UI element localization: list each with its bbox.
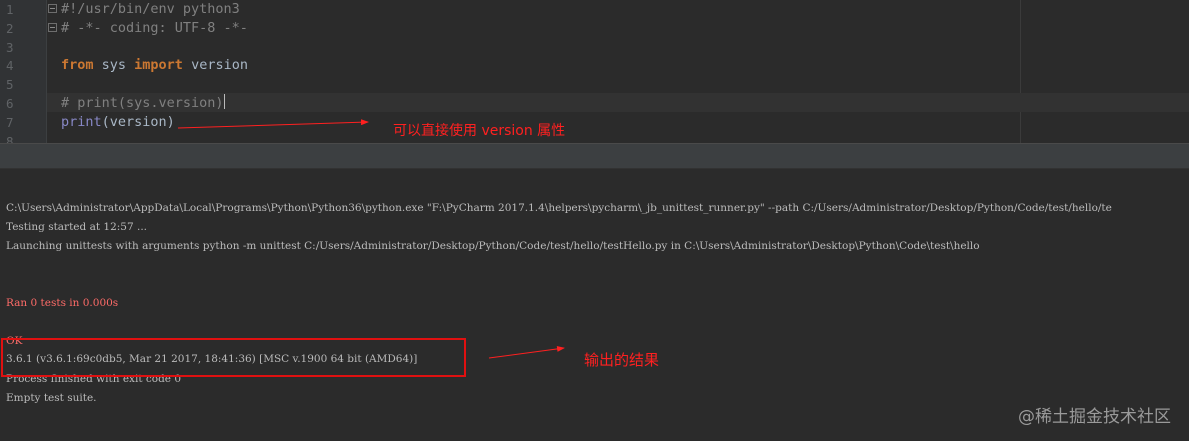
line-number: 1 xyxy=(6,2,14,17)
panel-divider[interactable] xyxy=(0,143,1189,169)
console-line: Launching unittests with arguments pytho… xyxy=(6,240,980,252)
line-number: 5 xyxy=(6,77,14,92)
line-number: 6 xyxy=(6,96,14,111)
code-line[interactable]: print(version) xyxy=(61,113,175,132)
console-line: Testing started at 12:57 ... xyxy=(6,221,147,233)
text-caret xyxy=(223,94,225,109)
line-number: 8 xyxy=(6,134,14,143)
code-line[interactable]: #!/usr/bin/env python3 xyxy=(61,0,240,19)
watermark: @稀土掘金技术社区 xyxy=(1018,407,1171,427)
right-margin-guide xyxy=(1020,0,1021,143)
line-number: 4 xyxy=(6,58,14,73)
result-annotation: 输出的结果 xyxy=(584,351,660,369)
code-token: #!/usr/bin/env python3 xyxy=(61,1,240,17)
code-line[interactable]: from sys import version xyxy=(61,56,248,75)
line-number-gutter: 1 2 3 4 5 6 7 8 xyxy=(0,0,46,143)
fold-collapse-icon[interactable] xyxy=(48,4,57,13)
code-token: import xyxy=(134,57,183,73)
code-token: # print(sys.version) xyxy=(61,95,224,111)
code-token: print xyxy=(61,114,102,130)
editor-annotation: 可以直接使用 version 属性 xyxy=(393,123,566,139)
result-highlight-box xyxy=(1,338,466,377)
code-line[interactable]: # print(sys.version) xyxy=(61,94,225,113)
code-editor[interactable]: 1 2 3 4 5 6 7 8 #!/usr/bin/env python3 #… xyxy=(0,0,1189,143)
line-number: 2 xyxy=(6,21,14,36)
fold-collapse-icon[interactable] xyxy=(48,23,57,32)
console-line-empty-suite: Empty test suite. xyxy=(6,392,97,404)
code-token: sys xyxy=(93,57,135,73)
code-token: # -*- coding: UTF-8 -*- xyxy=(61,20,248,36)
line-number: 7 xyxy=(6,115,14,130)
code-line[interactable]: # -*- coding: UTF-8 -*- xyxy=(61,19,248,38)
line-number: 3 xyxy=(6,40,14,55)
code-token: from xyxy=(61,57,94,73)
console-line: C:\Users\Administrator\AppData\Local\Pro… xyxy=(6,202,1112,214)
code-token: version xyxy=(182,57,248,73)
console-line-test-summary: Ran 0 tests in 0.000s xyxy=(6,297,119,309)
gutter-separator xyxy=(46,0,47,143)
code-token: (version) xyxy=(101,114,175,130)
